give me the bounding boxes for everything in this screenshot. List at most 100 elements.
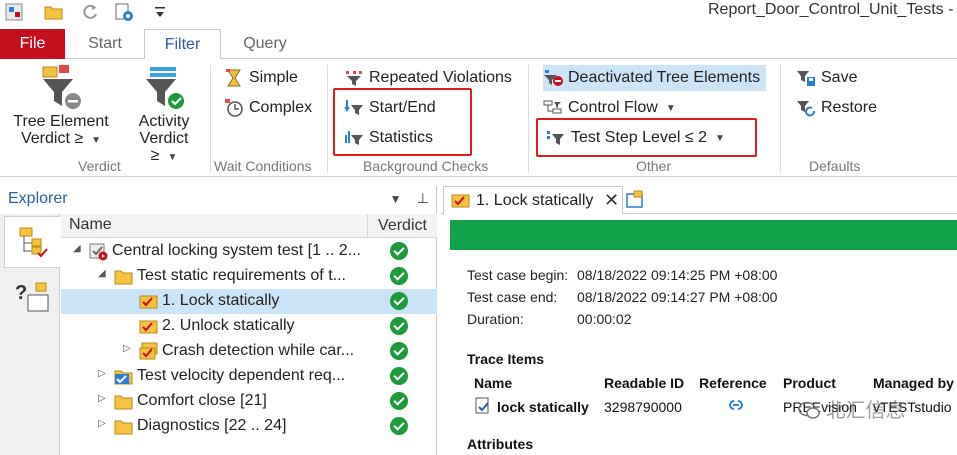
tree-row[interactable]: 2. Unlock statically [61,314,437,339]
control-flow-icon [543,98,563,118]
group-separator [780,65,781,173]
expand-arrow-icon[interactable]: ▷ [98,393,106,404]
open-folder-icon[interactable] [44,2,64,22]
activity-filter-icon [142,65,186,111]
info-key-end: Test case end: [467,289,558,305]
customize-quick-access-icon[interactable] [150,2,170,22]
dropdown-caret-icon: ▼ [91,135,102,146]
question-document-icon: ? [15,282,49,312]
verdict-pass-icon [390,367,408,385]
collapse-arrow-icon[interactable]: ◢ [98,268,106,279]
trace-item-readable-id: 3298790000 [604,399,682,415]
checked-folder-icon [114,367,133,386]
activity-label-line1: Activity [138,113,190,130]
dropdown-caret-icon: ▼ [665,102,676,114]
tree-row[interactable]: ▷ Comfort close [21] [61,389,437,414]
simple-label: Simple [249,69,298,86]
verdict-pass-icon [390,317,408,335]
complex-label: Complex [249,99,313,116]
trace-header-reference: Reference [699,375,767,391]
tree-row[interactable]: ▷ Crash detection while car... [61,339,437,364]
simple-wait-button[interactable]: Simple [224,65,298,91]
activity-label-line2: Verdict ≥ [139,130,189,164]
tab-lock-statically[interactable]: 1. Lock statically ✕ [443,186,623,215]
tab-filter[interactable]: Filter [144,29,221,60]
close-icon[interactable]: ✕ [604,190,619,211]
column-header-name[interactable]: Name [69,216,112,234]
ribbon: Tree Element Verdict ≥ ▼ Activity Verdict… [0,59,957,177]
side-tab-tree-view[interactable] [4,216,60,268]
tree-header: Name Verdict [61,214,437,238]
complex-wait-button[interactable]: Complex [224,95,312,121]
app-logo-icon [4,2,24,22]
title-bar: Report_Door_Control_Unit_Tests - V [0,0,957,26]
group-label-defaults: Defaults [809,158,861,174]
panel-menu-icon[interactable]: ▼ [390,192,402,206]
group-label-verdict: Verdict [78,158,121,174]
tree-element-verdict-button[interactable]: Tree Element Verdict ≥ ▼ [8,65,114,149]
column-header-verdict[interactable]: Verdict [367,214,437,238]
watermark-text: 北汇信息 [825,400,906,422]
info-key-duration: Duration: [467,311,524,327]
group-label-background-checks: Background Checks [363,158,489,174]
collapse-arrow-icon[interactable]: ◢ [73,243,81,254]
explorer-side-tabs: ? [0,214,60,455]
folder-icon [114,417,133,436]
expand-arrow-icon[interactable]: ▷ [98,368,106,379]
explorer-panel: Explorer ▼ ⊥ ? Name Verdict ◢ Central loc… [0,186,437,455]
tree-row-label: Diagnostics [22 .. 24] [137,417,287,434]
info-value-begin: 08/18/2022 09:14:25 PM +08:00 [577,267,778,283]
refresh-icon[interactable] [80,2,100,22]
pin-icon[interactable]: ⊥ [417,190,429,206]
save-defaults-button[interactable]: Save [796,65,857,91]
trace-item-name[interactable]: lock statically [497,399,589,415]
tree-row[interactable]: ▷ Test velocity dependent req... [61,364,437,389]
deactivated-filter-icon [543,68,563,88]
group-separator [327,65,328,173]
attributes-title: Attributes [467,436,534,452]
restore-defaults-button[interactable]: Restore [796,95,877,121]
expand-arrow-icon[interactable]: ▷ [123,343,131,354]
tab-start[interactable]: Start [70,29,140,59]
folder-icon [114,392,133,411]
dropdown-caret-icon: ▼ [167,152,178,163]
tree-row[interactable]: ◢ Test static requirements of t... [61,264,437,289]
deactivated-tree-elements-button[interactable]: Deactivated Tree Elements [543,65,767,91]
info-value-end: 08/18/2022 09:14:27 PM +08:00 [577,289,778,305]
tree-element-label-line1: Tree Element [13,113,109,130]
testmodule-icon [89,242,108,261]
clock-icon [224,98,244,118]
tree-row[interactable]: ▷ Diagnostics [22 .. 24] [61,414,437,439]
activity-verdict-button[interactable]: Activity Verdict ≥ ▼ [124,65,204,166]
verdict-pass-icon [390,242,408,260]
repeated-violations-icon [344,68,364,88]
annotation-highlight-box [333,88,472,156]
restore-label: Restore [821,99,878,116]
tab-file[interactable]: File [0,29,65,59]
testcase-icon [139,292,158,311]
folder-icon [114,267,133,286]
new-tab-icon[interactable] [625,190,645,210]
reference-link-icon[interactable] [727,397,745,416]
hourglass-icon [224,68,244,88]
side-tab-unknown-items[interactable]: ? [4,272,60,324]
control-flow-label: Control Flow [568,99,658,116]
save-label: Save [821,69,858,86]
window-title: Report_Door_Control_Unit_Tests - V [708,1,957,18]
tab-query[interactable]: Query [228,29,302,59]
group-separator [210,65,211,173]
restore-filter-icon [796,98,816,118]
verdict-filter-icon [39,65,83,111]
settings-document-icon[interactable] [114,2,134,22]
tree-row[interactable]: 1. Lock statically [61,289,437,314]
ribbon-tab-bar: File Start Filter Query [0,29,957,60]
expand-arrow-icon[interactable]: ▷ [98,418,106,429]
svg-text:?: ? [15,282,27,304]
verdict-status-bar [450,220,957,250]
group-separator [528,65,529,173]
tree-row[interactable]: ◢ Central locking system test [1 .. 2... [61,239,437,264]
trace-item-icon [475,397,493,418]
watermark: 北汇信息 [798,394,906,423]
tree-row-label: 1. Lock statically [162,292,280,309]
trace-items-title: Trace Items [467,351,545,367]
